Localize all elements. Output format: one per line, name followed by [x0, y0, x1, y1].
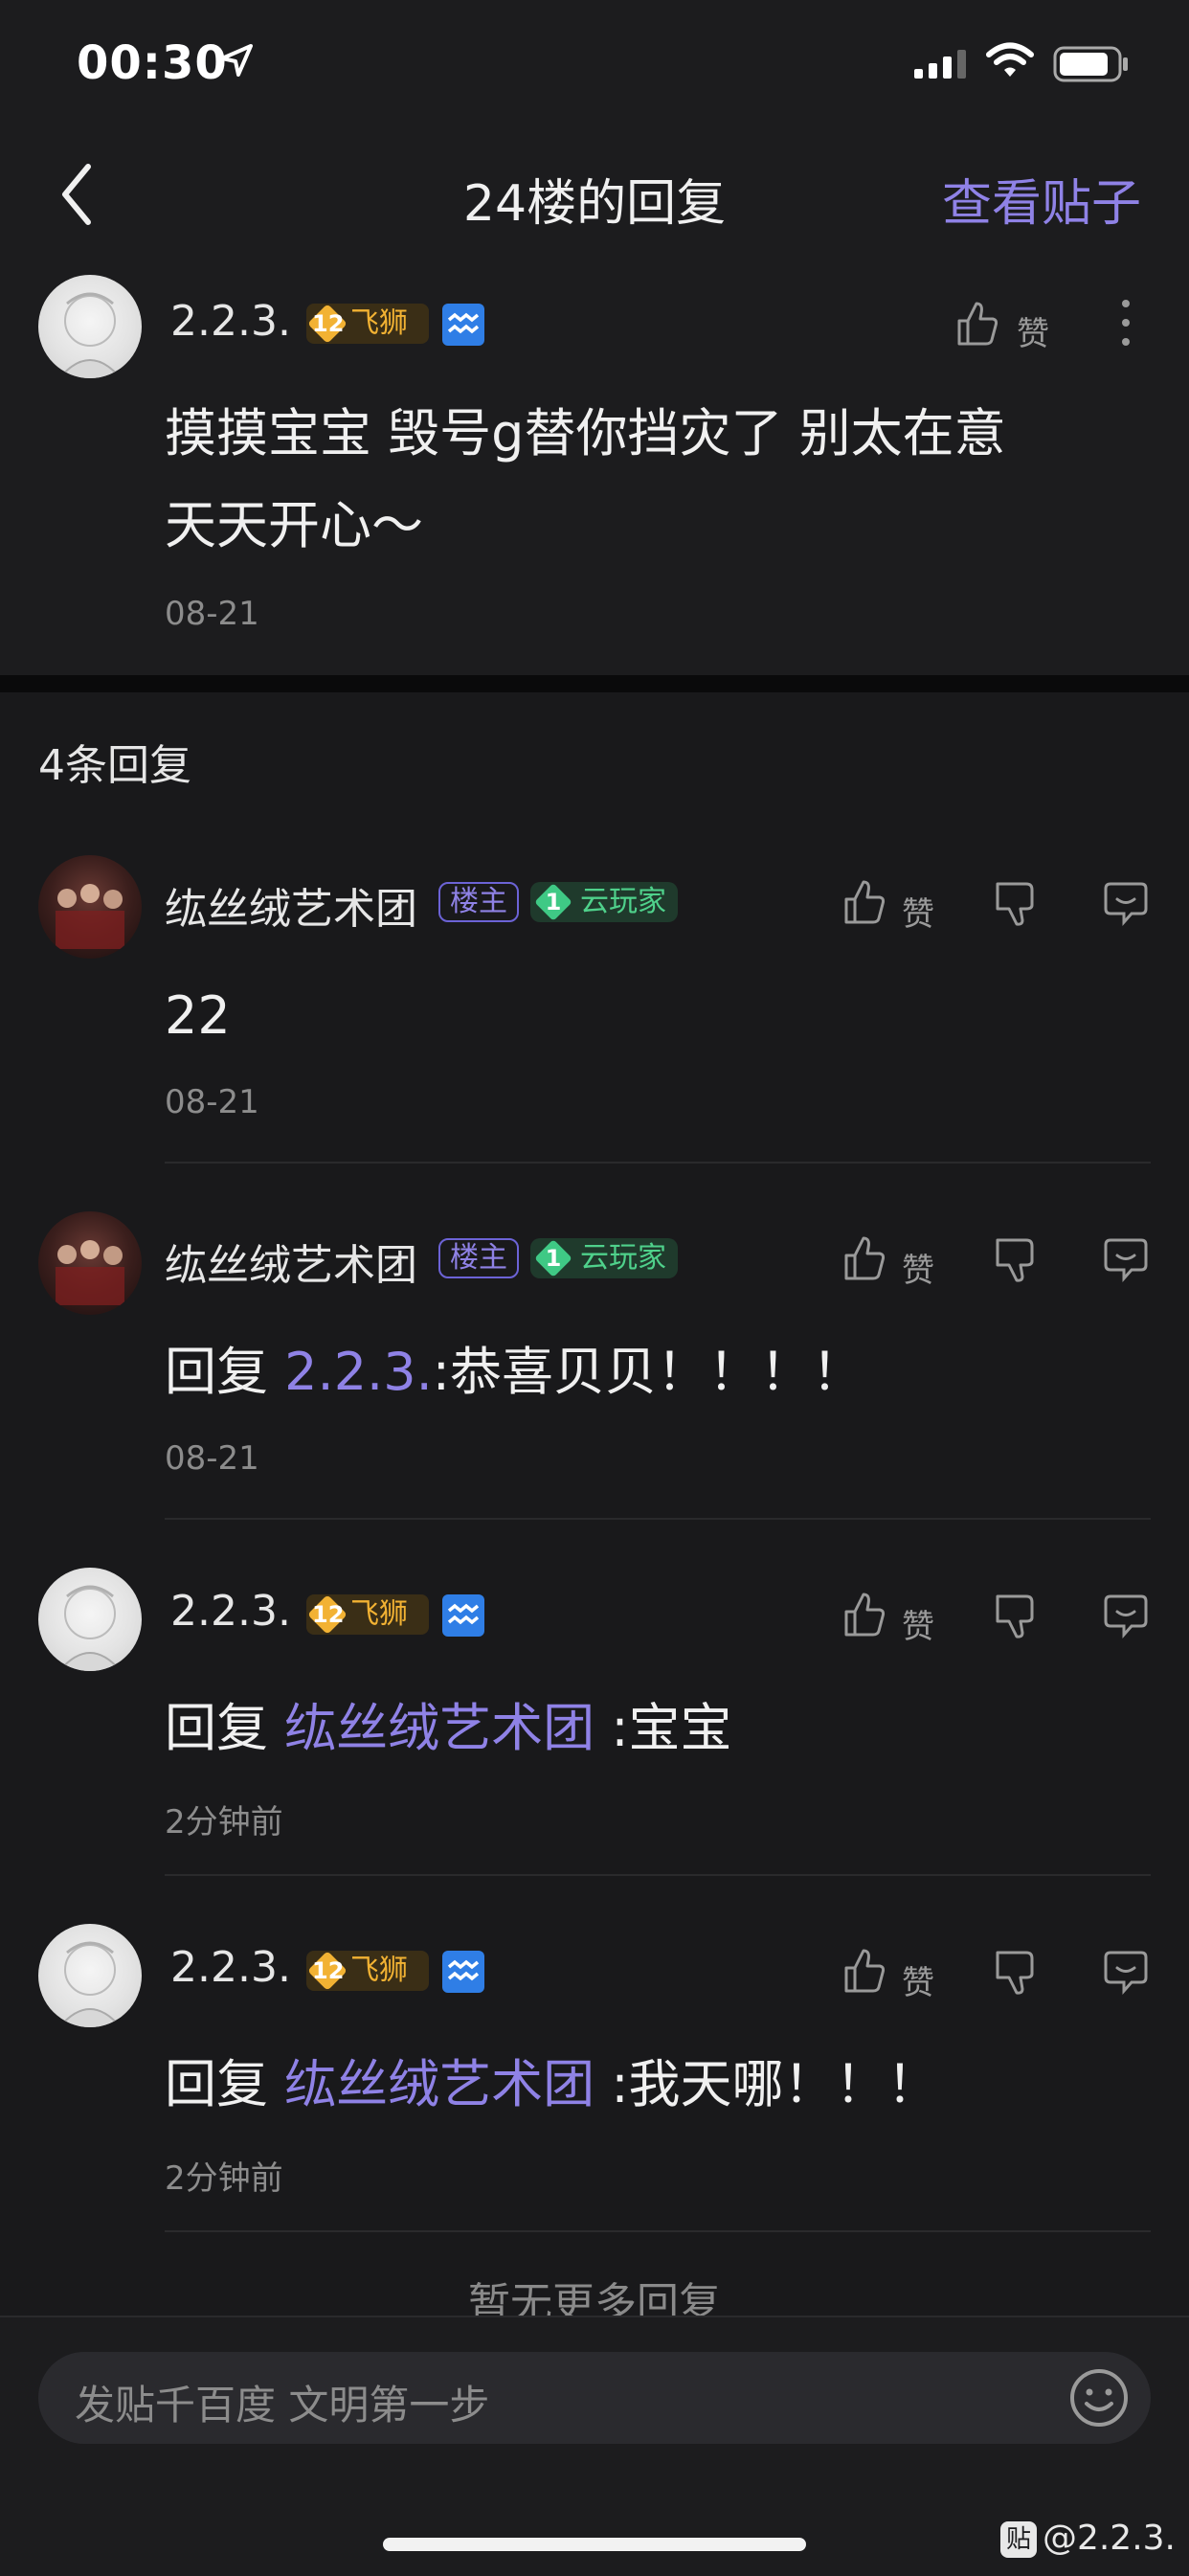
reply-content: 回复 2.2.3.:恭喜贝贝！！！！: [165, 1342, 864, 1402]
username[interactable]: 2.2.3.: [170, 1587, 291, 1636]
comment-input[interactable]: 发贴千百度 文明第一步: [38, 2352, 1151, 2444]
location-arrow-icon: [218, 42, 255, 79]
avatar[interactable]: [38, 1924, 142, 2027]
owner-badge: 楼主: [438, 882, 519, 922]
reply-bubble-icon[interactable]: [1103, 880, 1149, 926]
cloud-player-badge: 1 云玩家: [530, 882, 678, 922]
row-divider: [165, 2230, 1151, 2232]
like-label[interactable]: 赞: [902, 888, 934, 935]
reply-content: 回复 纮丝绒艺术团 :我天哪！！！: [165, 2054, 939, 2114]
username[interactable]: 2.2.3.: [170, 1943, 291, 1992]
reply-content: 22: [165, 985, 231, 1046]
view-post-link[interactable]: 查看贴子: [942, 163, 1141, 235]
row-divider: [165, 1518, 1151, 1520]
emoji-icon[interactable]: [1068, 2367, 1130, 2432]
username[interactable]: 纮丝绒艺术团: [165, 874, 417, 936]
level-badge: 12 飞狮: [306, 1951, 429, 1991]
thumbs-down-icon[interactable]: [994, 1949, 1038, 1997]
level-badge: 12 飞狮: [306, 1594, 429, 1635]
avatar[interactable]: [38, 275, 142, 378]
reply-bubble-icon[interactable]: [1103, 1236, 1149, 1282]
avatar[interactable]: [38, 855, 142, 959]
watermark: 贴 @2.2.3.: [999, 2519, 1176, 2558]
replies-section: 4条回复 纮丝绒艺术团 楼主 1 云玩家 赞 22 08-21 纮丝绒艺术团 楼…: [0, 692, 1189, 2328]
thumbs-up-icon[interactable]: [955, 300, 999, 348]
reply-content: 回复 纮丝绒艺术团 :宝宝: [165, 1698, 732, 1758]
cellular-signal-icon: [914, 50, 968, 82]
section-divider: [0, 675, 1189, 692]
row-divider: [165, 1874, 1151, 1876]
thumbs-up-icon[interactable]: [842, 1947, 886, 1995]
reply-bubble-icon[interactable]: [1103, 1593, 1149, 1638]
replies-count: 4条回复: [38, 741, 191, 790]
nav-bar: 24楼的回复 查看贴子: [0, 134, 1189, 254]
level-badge: 12 飞狮: [306, 304, 429, 344]
battery-icon: [1053, 46, 1130, 86]
comment-placeholder: 发贴千百度 文明第一步: [75, 2382, 490, 2429]
like-label[interactable]: 赞: [902, 1956, 934, 2003]
thumbs-up-icon[interactable]: [842, 878, 886, 926]
like-label[interactable]: 赞: [902, 1600, 934, 1647]
thumbs-up-icon[interactable]: [842, 1591, 886, 1638]
aquarius-zodiac-icon: [442, 1951, 484, 1993]
username[interactable]: 2.2.3.: [170, 297, 291, 346]
reply-date: 2分钟前: [165, 1803, 283, 1842]
reply-date: 08-21: [165, 1439, 259, 1478]
mention-link[interactable]: 2.2.3.: [284, 1342, 433, 1402]
aquarius-zodiac-icon: [442, 1594, 484, 1637]
thumbs-down-icon[interactable]: [994, 880, 1038, 928]
post-date: 08-21: [165, 595, 259, 633]
more-options-icon[interactable]: [1118, 298, 1133, 348]
like-label[interactable]: 赞: [1017, 307, 1049, 354]
owner-badge: 楼主: [438, 1238, 519, 1278]
status-time: 00:30: [77, 36, 228, 90]
thumbs-down-icon[interactable]: [994, 1593, 1038, 1640]
main-post: 2.2.3. 12 飞狮 赞 摸摸宝宝 毁号g替你挡灾了 别太在意 天天开心～ …: [0, 254, 1189, 675]
reply-date: 08-21: [165, 1083, 259, 1121]
thumbs-down-icon[interactable]: [994, 1236, 1038, 1284]
aquarius-zodiac-icon: [442, 304, 484, 346]
username[interactable]: 纮丝绒艺术团: [165, 1231, 417, 1292]
row-divider: [165, 1162, 1151, 1164]
avatar[interactable]: [38, 1211, 142, 1315]
cloud-player-badge: 1 云玩家: [530, 1238, 678, 1278]
wifi-icon: [986, 42, 1034, 82]
tieba-logo-icon: 贴: [999, 2521, 1037, 2558]
home-indicator[interactable]: [383, 2538, 806, 2551]
reply-bubble-icon[interactable]: [1103, 1949, 1149, 1995]
mention-link[interactable]: 纮丝绒艺术团: [284, 2054, 594, 2114]
thumbs-up-icon[interactable]: [842, 1234, 886, 1282]
avatar[interactable]: [38, 1568, 142, 1671]
like-label[interactable]: 赞: [902, 1244, 934, 1291]
post-content: 摸摸宝宝 毁号g替你挡灾了 别太在意 天天开心～: [165, 403, 1006, 555]
status-bar: 00:30: [0, 0, 1189, 134]
reply-date: 2分钟前: [165, 2159, 283, 2198]
mention-link[interactable]: 纮丝绒艺术团: [284, 1698, 594, 1758]
